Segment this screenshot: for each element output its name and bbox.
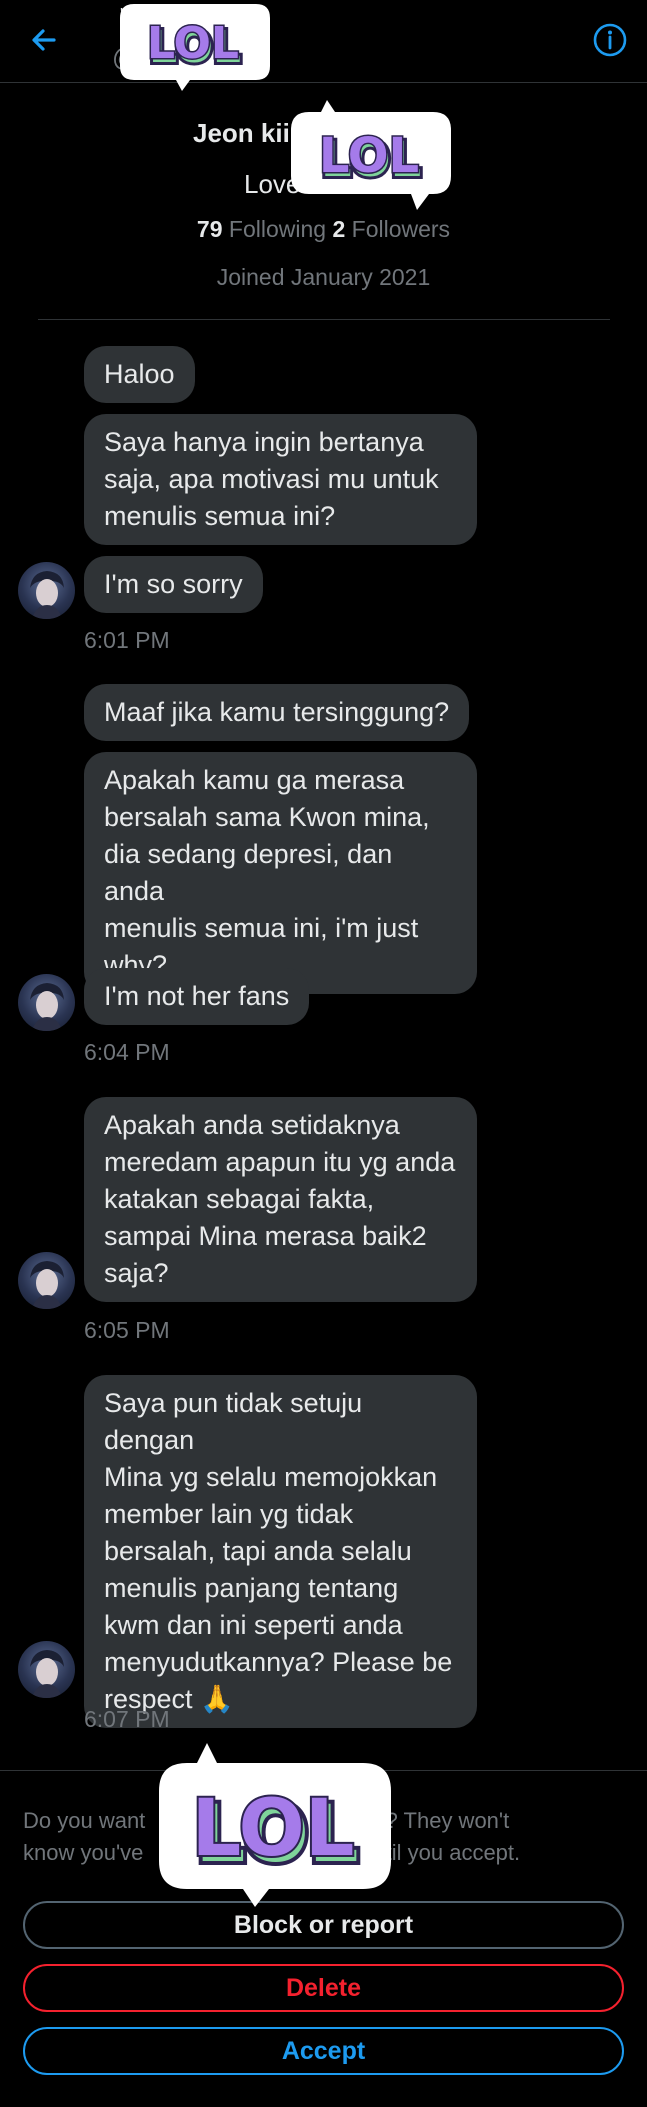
following-count: 79: [196, 216, 223, 242]
back-button[interactable]: [24, 20, 64, 60]
message-bubble[interactable]: Saya pun tidak setuju dengan Mina yg sel…: [84, 1375, 477, 1728]
info-button[interactable]: [590, 20, 630, 60]
message-bubble[interactable]: Apakah anda setidaknya meredam apapun it…: [84, 1097, 477, 1302]
message-timestamp: 6:07 PM: [84, 1706, 170, 1732]
profile-name[interactable]: Jeon kii: [193, 118, 290, 149]
message-bubble[interactable]: Maaf jika kamu tersinggung?: [84, 684, 470, 741]
followers-label: Followers: [351, 216, 451, 242]
following-label: Following: [228, 216, 327, 242]
joined-date: Joined January 2021: [216, 264, 431, 290]
notice-text: know you've: [23, 1840, 144, 1865]
lol-sticker: LOL LOL: [159, 1743, 391, 1907]
profile-stats: 79 Following 2 Followers: [0, 216, 647, 243]
message-bubble[interactable]: I'm not her fans: [84, 968, 310, 1025]
avatar-image: [30, 571, 64, 619]
avatar-image: [30, 1650, 64, 1698]
notice-text: ntil you accept.: [373, 1840, 521, 1865]
message-bubble[interactable]: Haloo: [84, 346, 195, 403]
avatar[interactable]: [18, 974, 75, 1031]
lol-sticker: LOL LOL: [120, 4, 270, 91]
avatar[interactable]: [18, 1641, 75, 1698]
lol-sticker: LOL LOL: [291, 100, 451, 210]
following-stat[interactable]: 79 Following: [197, 216, 326, 242]
avatar-image: [30, 1261, 64, 1309]
avatar[interactable]: [18, 562, 75, 619]
message-bubble[interactable]: Apakah kamu ga merasa bersalah sama Kwon…: [84, 752, 477, 994]
message-timestamp: 6:04 PM: [84, 1039, 170, 1065]
message-bubble[interactable]: Saya hanya ingin bertanya saja, apa moti…: [84, 414, 477, 545]
lol-sticker-text: LOL: [319, 128, 419, 184]
top-bar: ' @: [0, 0, 647, 83]
message-timestamp: 6:05 PM: [84, 1317, 170, 1343]
avatar[interactable]: [18, 1252, 75, 1309]
divider: [38, 319, 610, 320]
followers-stat[interactable]: 2 Followers: [332, 216, 450, 242]
avatar-image: [30, 983, 64, 1031]
arrow-left-icon: [32, 29, 56, 51]
message-bubble[interactable]: I'm so sorry: [84, 556, 263, 613]
notice-text: Do you want: [23, 1808, 146, 1833]
delete-button[interactable]: Delete: [23, 1964, 624, 2012]
accept-button[interactable]: Accept: [23, 2027, 624, 2075]
followers-count: 2: [332, 216, 346, 242]
lol-sticker-text: LOL: [147, 18, 239, 69]
message-timestamp: 6:01 PM: [84, 627, 170, 653]
lol-sticker-text: LOL: [192, 1784, 355, 1874]
info-icon: [593, 23, 627, 57]
